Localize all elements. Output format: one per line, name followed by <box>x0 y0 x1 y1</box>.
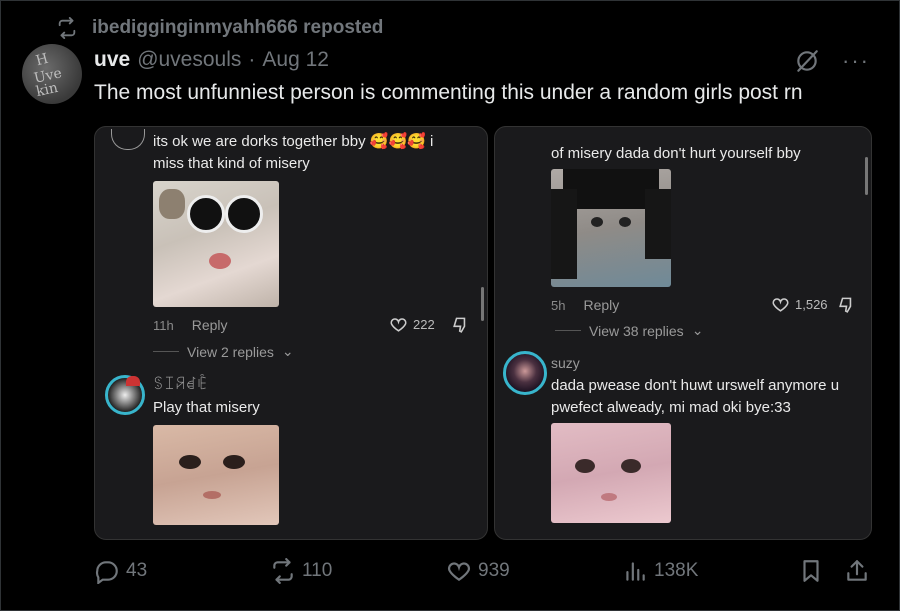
commenter-username[interactable]: suzy <box>551 355 580 371</box>
reply-button[interactable]: Reply <box>583 297 619 313</box>
post-text: The most unfunniest person is commenting… <box>94 81 803 104</box>
comment-photo <box>153 425 279 525</box>
comment-meta: 5h Reply <box>551 297 619 313</box>
view-replies[interactable]: View 38 replies ⌄ <box>555 322 703 339</box>
like-count: 939 <box>478 560 510 581</box>
heart-icon <box>772 298 789 312</box>
heart-icon <box>390 318 407 332</box>
comment-time: 5h <box>551 297 566 313</box>
media-screenshot-right[interactable]: of misery dada don't hurt yourself bby 5… <box>494 126 872 540</box>
post-top-actions: ··· <box>794 48 870 74</box>
reply-button[interactable]: Reply <box>192 317 228 333</box>
bookmark-icon[interactable] <box>798 558 824 584</box>
heart-icon <box>448 562 470 581</box>
handle[interactable]: @uvesouls <box>137 48 241 72</box>
scrollbar-thumb[interactable] <box>481 287 484 321</box>
post-header: uve @uvesouls · Aug 12 <box>94 48 329 72</box>
view-replies-label: View 38 replies <box>589 322 684 339</box>
commenter-username[interactable]: ꌗꀤꋪꀸꍟ <box>153 375 208 393</box>
share-icon[interactable] <box>844 558 870 584</box>
avatar[interactable]: H Uve kin <box>22 44 82 104</box>
views-chart-icon <box>626 562 645 581</box>
chevron-down-icon: ⌄ <box>281 343 294 359</box>
comment-photo <box>551 169 671 287</box>
post-action-bar: 43 110 939 138K <box>94 558 874 588</box>
avatar-scribble: kin <box>34 79 60 101</box>
scrollbar-thumb[interactable] <box>865 157 868 195</box>
comment-time: 11h <box>153 317 174 333</box>
views-action[interactable]: 138K <box>622 558 698 584</box>
reply-icon <box>95 561 118 584</box>
repost-count: 110 <box>302 560 333 581</box>
comment-photo <box>551 423 671 523</box>
dislike-icon[interactable] <box>451 316 470 335</box>
display-name[interactable]: uve <box>94 48 130 72</box>
chevron-down-icon: ⌄ <box>691 322 704 338</box>
repost-icon <box>273 558 293 584</box>
cropped-avatar <box>111 129 145 150</box>
reply-count: 43 <box>126 560 148 581</box>
repost-text[interactable]: ibedigginginmyahh666 reposted <box>92 17 383 39</box>
comment-text: pwefect alweady, mi mad oki bye:33 <box>551 399 791 416</box>
comment-text: dada pwease don't huwt urswelf anymore u <box>551 377 840 394</box>
view-replies-label: View 2 replies <box>187 343 274 360</box>
avatar-scribble: H <box>34 50 51 70</box>
view-replies[interactable]: View 2 replies ⌄ <box>153 343 294 360</box>
reply-action[interactable]: 43 <box>94 558 147 584</box>
comment-meta: 11h Reply <box>153 317 228 333</box>
likes-count: 222 <box>413 317 435 332</box>
dislike-icon[interactable] <box>837 296 856 315</box>
comment-text: Play that misery <box>153 399 260 416</box>
more-options-icon[interactable]: ··· <box>842 50 870 72</box>
repost-icon <box>58 17 76 39</box>
comment-text: of misery dada don't hurt yourself bby <box>551 145 801 162</box>
comment-text: its ok we are dorks together bby 🥰🥰🥰 i <box>153 133 434 150</box>
comment-likes[interactable]: 1,526 <box>771 295 828 314</box>
commenter-avatar[interactable] <box>503 351 547 395</box>
post-date[interactable]: Aug 12 <box>262 48 329 72</box>
comment-text: miss that kind of misery <box>153 155 310 172</box>
media-screenshot-left[interactable]: its ok we are dorks together bby 🥰🥰🥰 i m… <box>94 126 488 540</box>
repost-action[interactable]: 110 <box>270 558 332 584</box>
views-count: 138K <box>654 560 699 581</box>
commenter-avatar[interactable] <box>105 375 145 415</box>
likes-count: 1,526 <box>795 297 828 312</box>
grok-icon[interactable] <box>794 48 820 74</box>
repost-header[interactable]: ibedigginginmyahh666 reposted <box>56 16 383 40</box>
comment-photo <box>153 181 279 307</box>
separator: · <box>248 48 256 71</box>
comment-likes[interactable]: 222 <box>389 315 435 334</box>
like-action[interactable]: 939 <box>446 558 510 584</box>
